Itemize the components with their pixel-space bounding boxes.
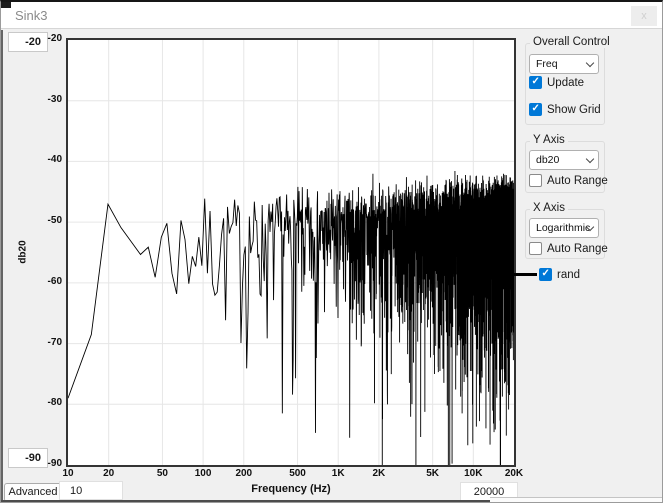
y-auto-range-label: Auto Range — [547, 175, 608, 187]
y-axis-dropdown-value: db20 — [536, 154, 559, 166]
x-tick-label: 2K — [354, 468, 404, 479]
y-tick-label: -70 — [1, 337, 62, 348]
background-window-edge-light — [490, 497, 663, 503]
y-auto-range-checkbox[interactable] — [529, 174, 542, 187]
y-axis-title: db20 — [18, 240, 29, 263]
overall-control-dropdown[interactable]: Freq — [529, 54, 599, 74]
update-checkbox[interactable] — [529, 76, 542, 89]
window-title: Sink3 — [15, 8, 48, 23]
x-tick-label: 20K — [489, 468, 539, 479]
chevron-down-icon — [586, 155, 594, 163]
spectrum-plot — [68, 40, 514, 465]
overall-control-dropdown-value: Freq — [536, 58, 558, 70]
y-tick-label: -40 — [1, 154, 62, 165]
x-tick-label: 200 — [219, 468, 269, 479]
legend-line-swatch — [513, 273, 537, 276]
title-bar[interactable]: Sink3 x — [1, 2, 662, 29]
overall-control-group-label: Overall Control — [530, 36, 613, 48]
x-min-input[interactable] — [59, 481, 123, 500]
y-tick-label: -50 — [1, 215, 62, 226]
y-axis-dropdown[interactable]: db20 — [529, 150, 599, 170]
update-checkbox-label: Update — [547, 77, 584, 89]
y-axis-group-label: Y Axis — [530, 134, 568, 146]
x-tick-label: 20 — [84, 468, 134, 479]
background-window-corner — [1, 2, 11, 8]
x-axis-dropdown[interactable]: Logarithmic — [529, 218, 599, 238]
x-axis-group-label: X Axis — [530, 202, 568, 214]
rand-series-label: rand — [557, 269, 580, 281]
x-auto-range-checkbox[interactable] — [529, 242, 542, 255]
sink3-window: Sink3 x Advanced db20 -20-30-40-50-60-70… — [0, 0, 663, 503]
y-tick-label: -60 — [1, 276, 62, 287]
x-auto-range-label: Auto Range — [547, 243, 608, 255]
show-grid-checkbox[interactable] — [529, 103, 542, 116]
rand-series-checkbox[interactable] — [539, 268, 552, 281]
y-tick-label: -20 — [1, 33, 62, 44]
close-icon: x — [641, 10, 647, 22]
x-axis-title: Frequency (Hz) — [191, 483, 391, 495]
chevron-down-icon — [586, 59, 594, 67]
show-grid-checkbox-label: Show Grid — [547, 104, 601, 116]
x-axis-dropdown-value: Logarithmic — [536, 222, 590, 234]
plot-area[interactable] — [66, 38, 516, 467]
y-tick-label: -80 — [1, 397, 62, 408]
y-tick-label: -30 — [1, 94, 62, 105]
spectrum-trace — [68, 171, 514, 465]
close-button[interactable]: x — [631, 6, 657, 26]
